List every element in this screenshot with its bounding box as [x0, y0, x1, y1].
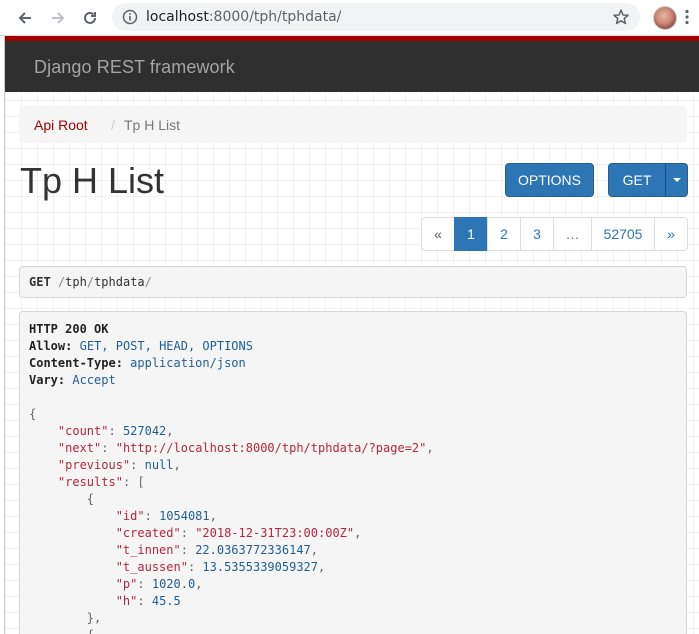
json-value-id: 1054081	[159, 509, 210, 523]
json-key: "t_aussen"	[115, 560, 188, 574]
pagination-page-1[interactable]: 1	[454, 217, 488, 251]
json-value-next-link[interactable]: "http://localhost:8000/tph/tphdata/?page…	[116, 441, 427, 455]
page-title: Tp H List	[20, 160, 165, 201]
json-value-t-aussen: 13.5355339059327	[202, 560, 318, 574]
bookmark-star-icon[interactable]	[612, 8, 630, 26]
header-key: Content-Type:	[29, 356, 123, 370]
pagination-previous[interactable]: «	[421, 217, 455, 251]
breadcrumb-separator: /	[111, 117, 115, 133]
json-key: "p"	[115, 577, 138, 591]
json-value-t-innen: 22.0363772336147	[195, 543, 311, 557]
json-value-h: 45.5	[151, 594, 181, 608]
navbar-brand[interactable]: Django REST framework	[34, 57, 235, 78]
back-arrow-icon	[18, 12, 31, 24]
json-key: "results"	[57, 475, 123, 489]
response-body: HTTP 200 OK Allow: GET, POST, HEAD, OPTI…	[29, 322, 434, 634]
json-value-p: 1020.0	[151, 577, 196, 591]
request-info: GET /tph/tphdata/	[19, 266, 687, 298]
url-host: localhost	[146, 9, 209, 25]
options-button[interactable]: OPTIONS	[505, 163, 594, 197]
more-menu-icon[interactable]	[684, 9, 690, 25]
pagination-page-2[interactable]: 2	[487, 217, 521, 251]
json-key: "previous"	[57, 458, 131, 472]
header-key: Vary:	[29, 373, 66, 387]
pagination-page-3[interactable]: 3	[520, 217, 554, 251]
json-key: "next"	[57, 441, 102, 455]
pagination-last-page[interactable]: 52705	[591, 217, 655, 251]
json-key: "t_innen"	[115, 543, 181, 557]
breadcrumb-api-root[interactable]: Api Root	[34, 117, 88, 133]
request-path-part: tphdata	[94, 275, 145, 289]
info-icon[interactable]	[122, 9, 138, 25]
caret-down-icon	[672, 178, 681, 182]
json-key: "count"	[57, 424, 109, 438]
url-text[interactable]: localhost:8000/tph/tphdata/	[146, 9, 341, 25]
json-value-count: 527042	[122, 424, 167, 438]
navbar: Django REST framework	[5, 41, 699, 92]
forward-button[interactable]	[47, 7, 69, 29]
request-path-part: tph	[65, 275, 87, 289]
page-viewport: Django REST framework Api Root / Tp H Li…	[4, 36, 699, 634]
back-button[interactable]	[14, 7, 36, 29]
json-key: "h"	[115, 594, 138, 608]
json-key: "id"	[115, 509, 145, 523]
url-path: :8000/tph/tphdata/	[208, 9, 342, 25]
pagination-ellipsis: …	[553, 217, 592, 251]
reload-icon	[84, 11, 96, 24]
profile-avatar[interactable]	[653, 6, 677, 30]
get-format-dropdown-button[interactable]	[665, 163, 688, 197]
response-status: HTTP 200 OK	[29, 322, 109, 336]
pagination-next[interactable]: »	[654, 217, 688, 251]
breadcrumb-current: Tp H List	[124, 117, 181, 133]
request-method: GET	[29, 275, 51, 289]
address-bar[interactable]: localhost:8000/tph/tphdata/	[112, 3, 640, 31]
breadcrumb: Api Root / Tp H List	[19, 106, 687, 143]
reload-button[interactable]	[79, 7, 101, 29]
forward-arrow-icon	[52, 12, 65, 24]
header-value: application/json	[130, 356, 246, 370]
pagination: « 1 2 3 … 52705 »	[421, 217, 688, 251]
json-value-previous: null	[144, 458, 174, 472]
json-key: "created"	[115, 526, 181, 540]
header-value: Accept	[72, 373, 116, 387]
header-value: GET, POST, HEAD, OPTIONS	[79, 339, 253, 353]
request-line: GET /tph/tphdata/	[29, 275, 152, 289]
browser-toolbar: localhost:8000/tph/tphdata/	[0, 0, 699, 36]
header-key: Allow:	[29, 339, 73, 353]
get-button[interactable]: GET	[608, 163, 666, 197]
response-info: HTTP 200 OK Allow: GET, POST, HEAD, OPTI…	[19, 311, 687, 634]
json-value-created: "2018-12-31T23:00:00Z"	[195, 526, 355, 540]
